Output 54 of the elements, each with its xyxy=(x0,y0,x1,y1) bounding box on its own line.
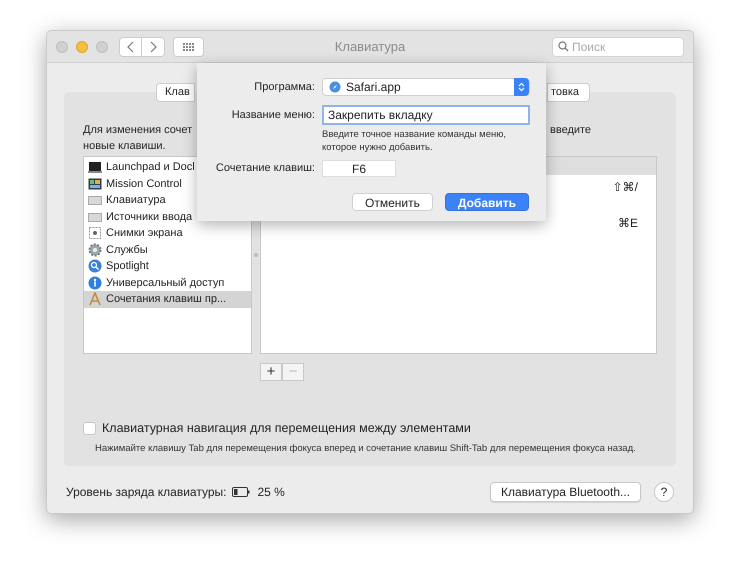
windows-icon xyxy=(88,176,102,191)
battery-percent: 25 % xyxy=(257,484,285,501)
category-item[interactable]: Службы xyxy=(84,242,251,258)
shortcut-keys: ⌘E xyxy=(618,214,638,232)
window-title: Клавиатура xyxy=(334,38,406,56)
description-text: введите xyxy=(550,123,592,138)
checkbox[interactable] xyxy=(83,422,96,435)
split-handle[interactable] xyxy=(254,253,258,257)
chevron-right-icon xyxy=(150,40,156,52)
checkbox-label: Клавиатурная навигация для перемещения между элементами xyxy=(102,420,471,437)
stepper-icon xyxy=(514,78,529,96)
help-button[interactable]: ? xyxy=(654,482,674,502)
description-text: Для изменения сочет xyxy=(83,123,192,138)
monitor-icon xyxy=(88,160,102,174)
magnifier-icon xyxy=(88,259,102,274)
shortcut-field[interactable]: F6 xyxy=(322,160,396,177)
category-item[interactable]: Универсальный доступ xyxy=(84,274,251,291)
search-field[interactable]: Поиск xyxy=(552,36,684,56)
compass-icon xyxy=(329,81,341,93)
category-item[interactable]: Сочетания клавиш пр... xyxy=(84,291,251,308)
chevron-left-icon xyxy=(127,40,134,52)
zoom-button[interactable] xyxy=(96,40,108,52)
show-all-button[interactable] xyxy=(173,36,204,56)
description-text: новые клавиши. xyxy=(83,139,166,154)
search-input[interactable]: Поиск xyxy=(572,38,672,56)
tab[interactable]: товка xyxy=(547,83,590,102)
shortcut-keys: ⇧⌘/ xyxy=(612,178,638,196)
category-item[interactable]: Spotlight xyxy=(84,258,251,274)
back-button[interactable] xyxy=(119,36,142,56)
forward-button[interactable] xyxy=(142,36,165,56)
add-button[interactable]: + xyxy=(260,363,282,381)
screenshot-icon xyxy=(88,226,102,240)
letter-a-icon xyxy=(88,292,102,306)
minimize-button[interactable] xyxy=(76,40,88,52)
battery-label: Уровень заряда клавиатуры: xyxy=(66,484,226,501)
grid-icon xyxy=(182,42,194,50)
program-dropdown[interactable]: Safari.app xyxy=(322,78,530,96)
close-button[interactable] xyxy=(56,40,68,52)
bluetooth-button[interactable]: Клавиатура Bluetooth... xyxy=(490,482,641,502)
cancel-button[interactable]: Отменить xyxy=(352,193,433,211)
shortcut-label: Сочетание клавиш: xyxy=(214,161,315,176)
keyboard-icon xyxy=(88,193,102,208)
gear-icon xyxy=(88,242,102,257)
program-label: Программа: xyxy=(253,80,315,95)
menu-name-field[interactable]: Закрепить вкладку xyxy=(322,105,530,125)
category-item[interactable]: Снимки экрана xyxy=(84,225,251,242)
accessibility-icon xyxy=(88,276,102,290)
menu-name-hint: Введите точное название команды меню, которое нужно добавить. xyxy=(322,128,508,154)
add-button[interactable]: Добавить xyxy=(444,193,529,211)
search-icon xyxy=(558,41,569,52)
tab[interactable]: Клав xyxy=(156,83,195,102)
hint-text: Нажимайте клавишу Tab для перемещения фокуса вперед и сочетание клавиш Shift-Tab для перемещения фокуса назад. xyxy=(95,442,636,455)
menu-name-label: Название меню: xyxy=(230,108,315,123)
battery-icon xyxy=(232,487,250,497)
